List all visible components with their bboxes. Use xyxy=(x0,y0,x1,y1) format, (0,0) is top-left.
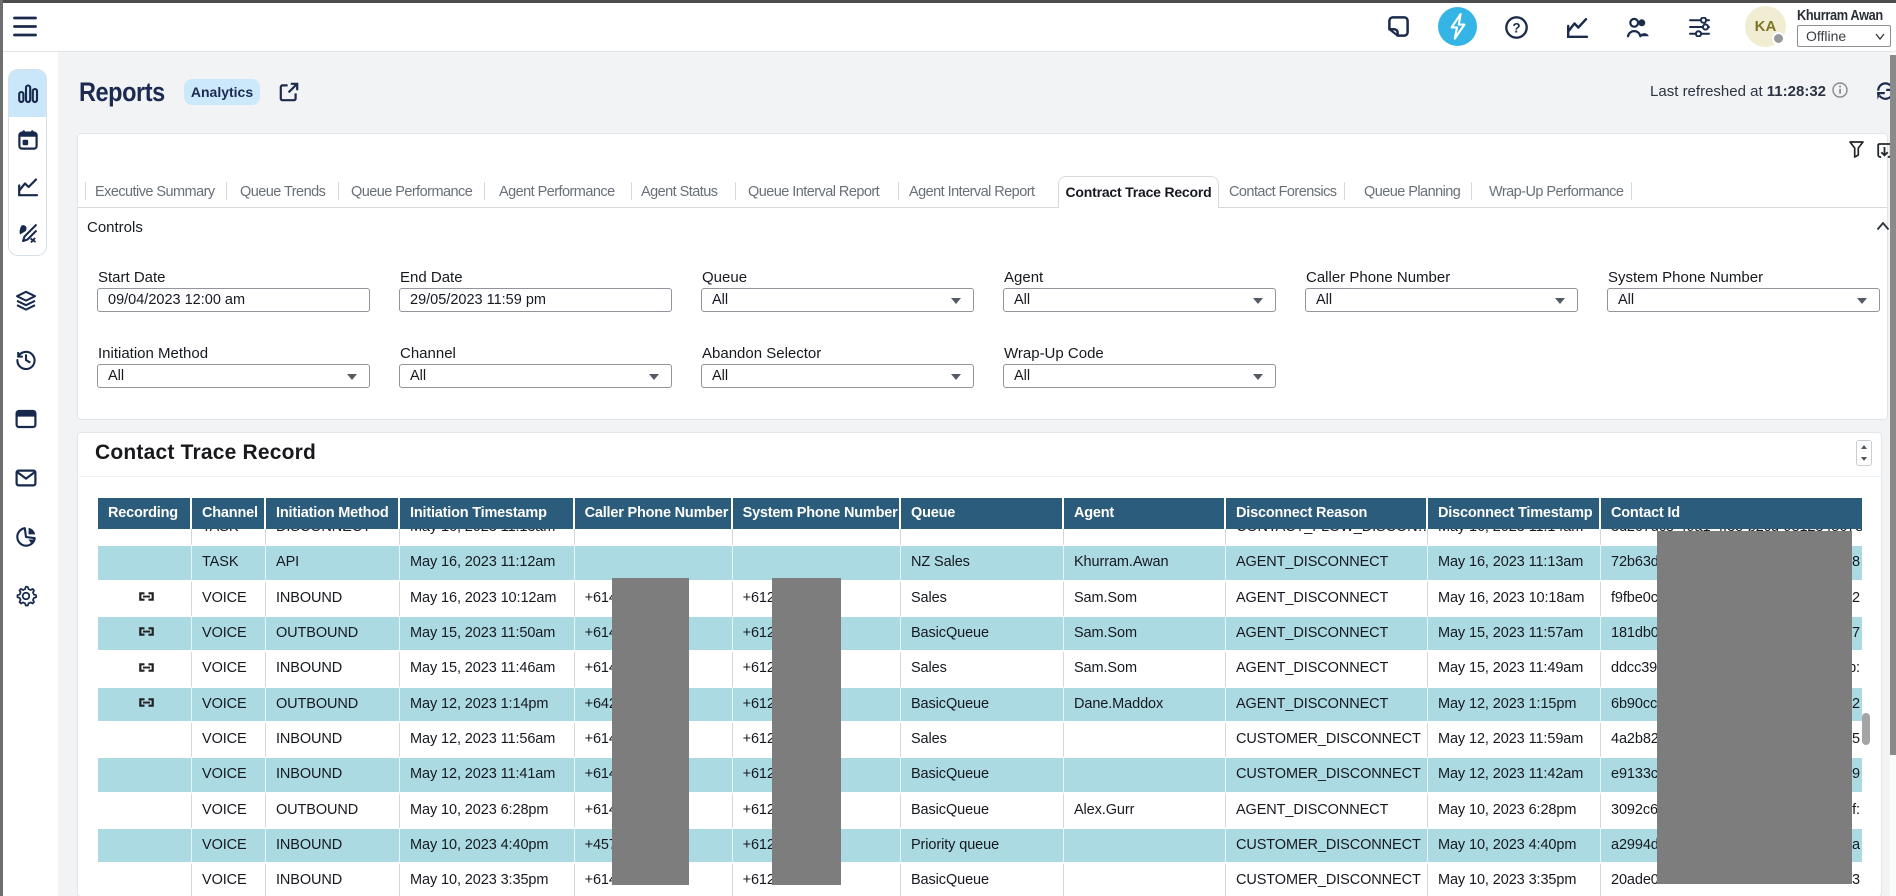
svg-text:?: ? xyxy=(1512,20,1520,35)
